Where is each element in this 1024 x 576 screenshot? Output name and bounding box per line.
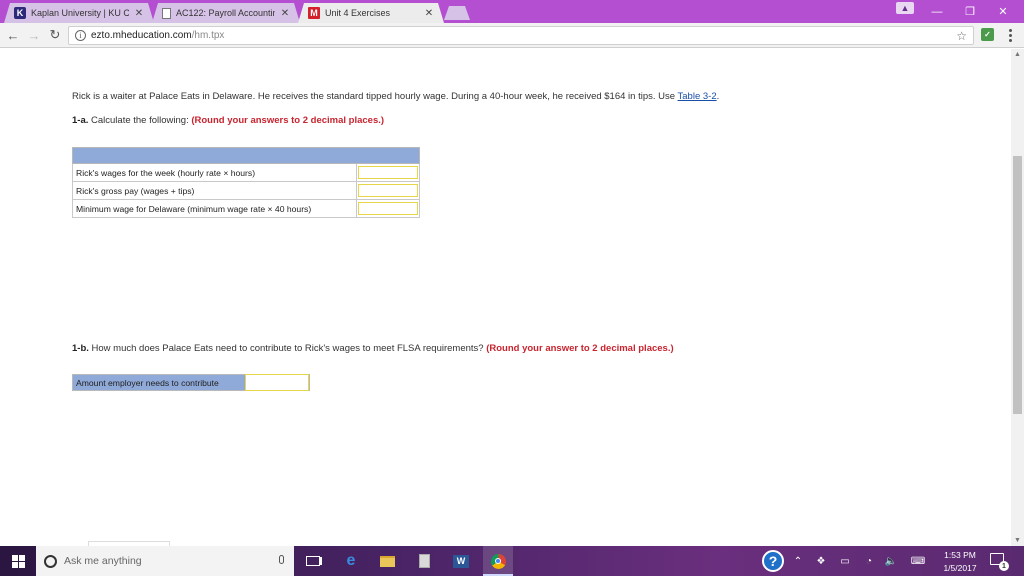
info-icon[interactable]: i (75, 30, 86, 41)
intro-end: . (716, 91, 720, 102)
row-label: Rick's wages for the week (hourly rate ×… (72, 163, 357, 182)
question-text: Calculate the following: (88, 115, 192, 126)
close-tab-icon[interactable]: ✕ (424, 8, 434, 19)
browser-titlebar: K Kaplan University | KU Ca ✕ AC122: Pay… (0, 0, 1024, 23)
profile-icon[interactable]: ▲ (896, 2, 914, 14)
start-button[interactable] (0, 546, 36, 576)
answer-table-1a: Rick's wages for the week (hourly rate ×… (72, 147, 420, 218)
minimum-wage-input[interactable] (358, 202, 418, 215)
answer-cell (356, 181, 420, 200)
keyboard-icon[interactable]: ⌨ (908, 546, 928, 576)
scroll-down-icon[interactable]: ▼ (1014, 537, 1021, 544)
new-tab-button[interactable] (444, 6, 470, 20)
table-3-2-link[interactable]: Table 3-2 (678, 91, 717, 102)
search-placeholder: Ask me anything (64, 555, 142, 567)
close-tab-icon[interactable]: ✕ (134, 8, 144, 19)
answer-cell (356, 163, 420, 182)
edge-button[interactable]: e (336, 546, 366, 576)
volume-icon[interactable]: 🔈 (884, 546, 898, 576)
question-1a: 1-a. Calculate the following: (Round you… (72, 115, 384, 126)
menu-dots-icon[interactable] (1004, 26, 1016, 44)
rounding-instruction: (Round your answer to 2 decimal places.) (486, 343, 674, 354)
scroll-up-icon[interactable]: ▲ (1014, 51, 1021, 58)
rounding-instruction: (Round your answers to 2 decimal places.… (191, 115, 385, 126)
tab-title: AC122: Payroll Accountin (176, 8, 275, 18)
help-icon[interactable]: ? (762, 550, 784, 572)
windows-taskbar: Ask me anything e W ? ⌃ ❖ ▭ ◔ 🔈 ⌨ 1:53 P… (0, 546, 1024, 576)
row-label: Rick's gross pay (wages + tips) (72, 181, 357, 200)
intro-paragraph: Rick is a waiter at Palace Eats in Delaw… (72, 91, 719, 102)
windows-logo-icon (11, 554, 25, 568)
url-path: /hm.tpx (191, 30, 225, 41)
word-icon: W (453, 554, 469, 568)
restore-icon[interactable]: ❐ (955, 0, 985, 23)
tab-unit-4-exercises[interactable]: M Unit 4 Exercises ✕ (298, 3, 444, 23)
reload-icon[interactable]: ↻ (47, 27, 63, 43)
tab-kaplan-university[interactable]: K Kaplan University | KU Ca ✕ (4, 3, 154, 23)
tab-title: Unit 4 Exercises (325, 8, 391, 18)
show-hidden-icons-chevron-icon[interactable]: ⌃ (792, 546, 804, 576)
url-host: ezto.mheducation.com (91, 30, 192, 41)
cortana-circle-icon (44, 554, 57, 568)
calculator-icon (418, 554, 430, 568)
answer-row-1b: Amount employer needs to contribute (72, 374, 310, 391)
extension-icon[interactable]: ✓ (981, 28, 994, 41)
bookmark-star-icon[interactable]: ☆ (956, 29, 967, 43)
chrome-button[interactable] (483, 546, 513, 576)
browser-toolbar: ← → ↻ i ezto.mheducation.com/hm.tpx ☆ (0, 23, 1024, 48)
chrome-icon (490, 553, 506, 569)
tab-ac122-payroll[interactable]: AC122: Payroll Accountin ✕ (152, 3, 300, 23)
calculator-button[interactable] (409, 546, 439, 576)
wages-week-input[interactable] (358, 166, 418, 179)
page-scrollbar[interactable]: ▲ ▼ (1011, 49, 1024, 546)
document-icon (162, 7, 171, 19)
question-text: How much does Palace Eats need to contri… (88, 343, 487, 354)
minimize-icon[interactable]: — (922, 0, 952, 23)
notification-badge: 1 (999, 561, 1009, 571)
cortana-search-box[interactable]: Ask me anything (36, 546, 294, 576)
back-arrow-icon[interactable]: ← (5, 27, 21, 43)
task-view-icon (306, 556, 320, 566)
table-header (72, 147, 420, 164)
gross-pay-input[interactable] (358, 184, 418, 197)
forward-arrow-icon[interactable]: → (26, 27, 42, 43)
file-explorer-button[interactable] (372, 546, 402, 576)
question-1b: 1-b. How much does Palace Eats need to c… (72, 343, 674, 354)
system-clock[interactable]: 1:53 PM 1/5/2017 (935, 549, 985, 575)
tab-title: Kaplan University | KU Ca (31, 8, 129, 18)
task-view-button[interactable] (298, 546, 328, 576)
intro-text: Rick is a waiter at Palace Eats in Delaw… (72, 91, 678, 102)
microphone-icon[interactable] (279, 555, 284, 564)
page-content: Rick is a waiter at Palace Eats in Delaw… (0, 49, 1011, 546)
answer-cell (356, 199, 420, 218)
address-bar[interactable]: i ezto.mheducation.com/hm.tpx ☆ (68, 26, 974, 45)
table-row: Rick's wages for the week (hourly rate ×… (72, 163, 420, 182)
row-label: Minimum wage for Delaware (minimum wage … (72, 199, 357, 218)
close-window-icon[interactable]: ✕ (988, 0, 1018, 23)
edge-icon: e (346, 552, 356, 569)
kaplan-k-icon: K (14, 7, 26, 19)
wifi-icon[interactable]: ◔ (862, 546, 876, 576)
scrollbar-thumb[interactable] (1013, 156, 1022, 414)
table-row: Minimum wage for Delaware (minimum wage … (72, 199, 420, 218)
close-tab-icon[interactable]: ✕ (280, 8, 290, 19)
table-row: Rick's gross pay (wages + tips) (72, 181, 420, 200)
clock-date: 1/5/2017 (943, 563, 977, 573)
folder-icon (379, 555, 395, 567)
table-header-row (72, 147, 420, 164)
battery-icon[interactable]: ▭ (838, 546, 852, 576)
question-label: 1-a. (72, 115, 89, 126)
dropbox-icon[interactable]: ❖ (814, 546, 828, 576)
employer-contribution-input[interactable] (245, 374, 309, 391)
word-button[interactable]: W (446, 546, 476, 576)
clock-time: 1:53 PM (944, 550, 976, 560)
row-label: Amount employer needs to contribute (73, 375, 245, 390)
question-label: 1-b. (72, 343, 89, 354)
mcgraw-m-icon: M (308, 7, 320, 19)
